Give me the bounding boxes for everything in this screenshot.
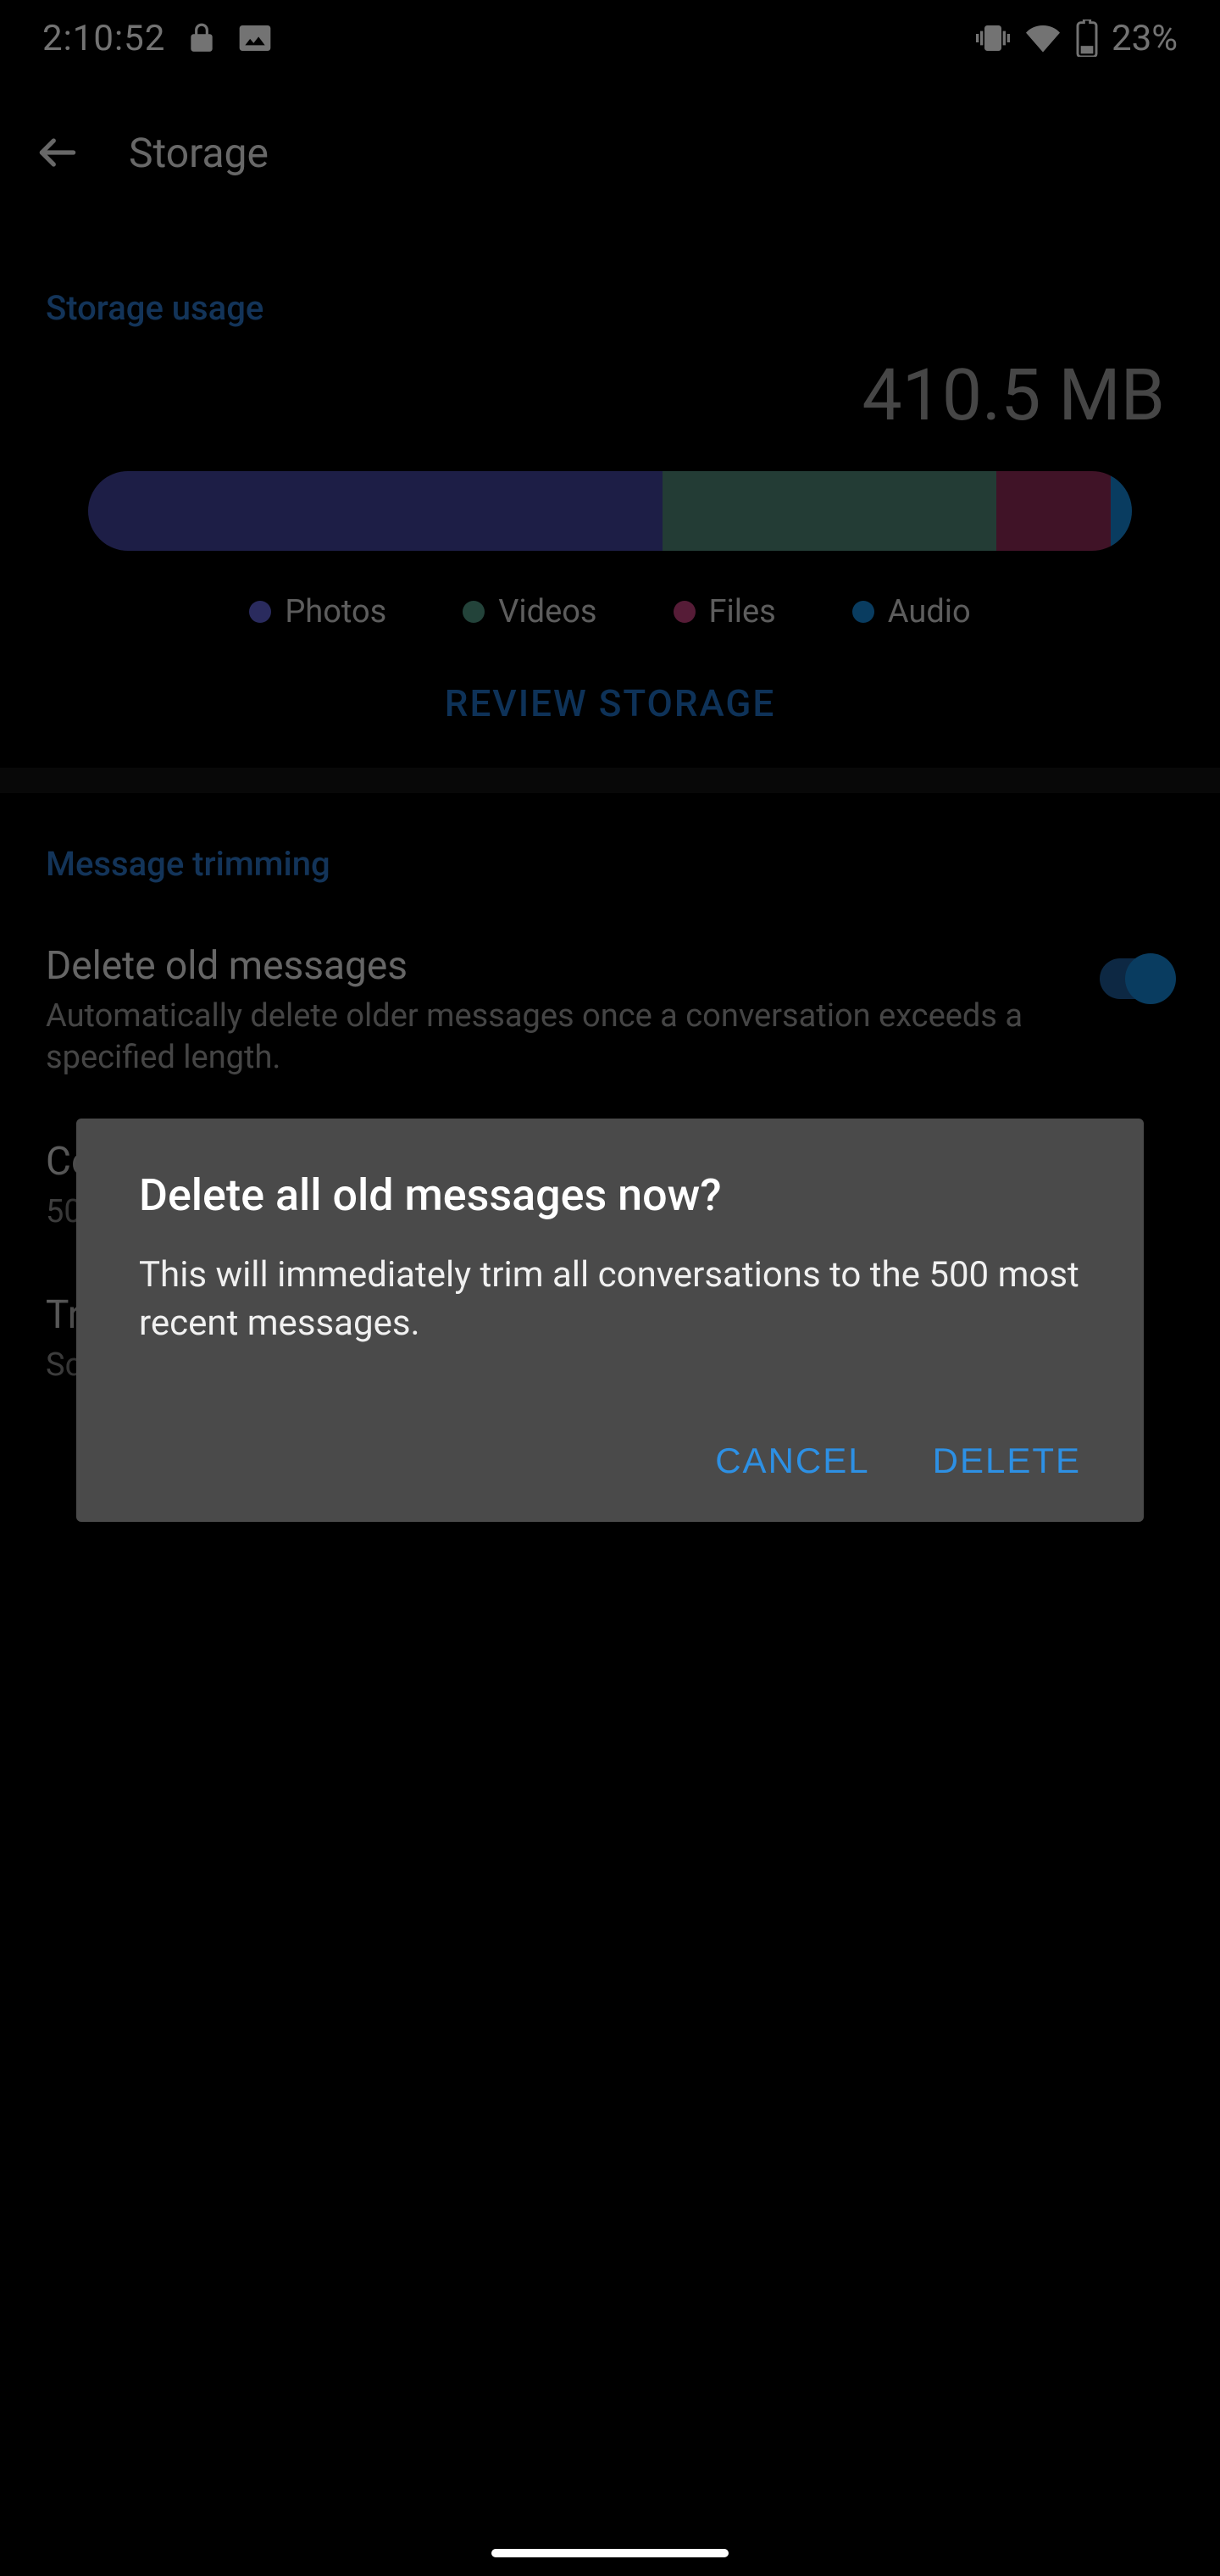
- dialog-body: This will immediately trim all conversat…: [139, 1252, 1081, 1347]
- home-indicator[interactable]: [491, 2549, 729, 2557]
- delete-confirmation-dialog: Delete all old messages now? This will i…: [76, 1119, 1144, 1522]
- cancel-button[interactable]: CANCEL: [715, 1441, 869, 1481]
- delete-button[interactable]: DELETE: [933, 1441, 1081, 1481]
- dialog-title: Delete all old messages now?: [139, 1169, 1081, 1221]
